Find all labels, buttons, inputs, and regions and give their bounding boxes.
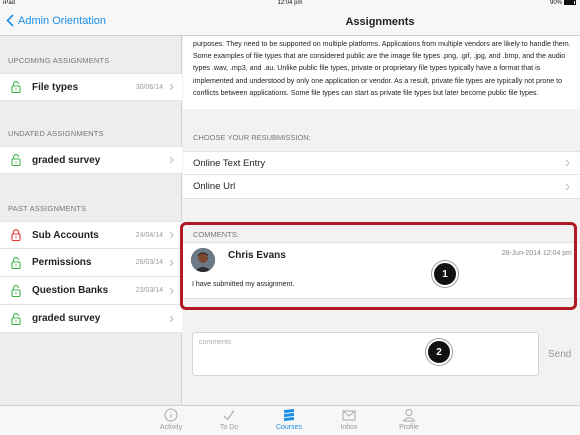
tab-activity[interactable]: Activity xyxy=(146,408,196,431)
tab-inbox[interactable]: Inbox xyxy=(324,408,374,431)
option-label: Online Text Entry xyxy=(193,157,266,169)
comment-item: Chris Evans 28-Jun-2014 12:04 pm I have … xyxy=(183,242,580,299)
resubmission-header: CHOOSE YOUR RESUBMISSION: xyxy=(193,133,311,142)
battery-status: 90% xyxy=(550,0,576,6)
tab-bar: Activity To Do Courses Inbox Profile xyxy=(0,405,580,435)
navigation-bar: Admin Orientation Assignments xyxy=(0,8,580,36)
assignment-name: graded survey xyxy=(32,313,101,324)
sidebar-item-question-banks[interactable]: Question Banks 23/03/14 xyxy=(0,277,182,305)
page-title: Assignments xyxy=(345,16,415,28)
comment-author: Chris Evans xyxy=(228,250,286,261)
send-button[interactable]: Send xyxy=(548,349,571,360)
chevron-right-icon xyxy=(169,156,174,164)
assignment-detail: purposes. They need to be supported on m… xyxy=(180,36,580,405)
option-label: Online Url xyxy=(193,181,236,192)
tab-to-do[interactable]: To Do xyxy=(204,408,254,431)
unlock-icon xyxy=(11,154,21,166)
chevron-left-icon xyxy=(6,14,14,27)
undated-header: UNDATED ASSIGNMENTS xyxy=(8,129,104,138)
battery-icon xyxy=(564,0,576,5)
upcoming-header: UPCOMING ASSIGNMENTS xyxy=(8,56,110,65)
tab-courses[interactable]: Courses xyxy=(264,408,314,431)
assignment-name: File types xyxy=(32,81,79,93)
tab-label: Courses xyxy=(275,424,303,431)
assignment-name: graded survey xyxy=(32,154,101,166)
courses-icon xyxy=(284,409,294,421)
chevron-right-icon xyxy=(565,159,570,167)
assignment-name: Sub Accounts xyxy=(32,229,99,241)
back-button[interactable]: Admin Orientation xyxy=(6,14,106,27)
assignment-date: 26/03/14 xyxy=(135,259,163,266)
assignment-date: 30/06/14 xyxy=(135,83,163,91)
comment-input[interactable] xyxy=(192,332,539,376)
sidebar-item-file-types[interactable]: File types 30/06/14 xyxy=(0,73,182,101)
resubmit-online-url[interactable]: Online Url xyxy=(183,175,580,199)
resubmit-online-text-entry[interactable]: Online Text Entry xyxy=(183,151,580,175)
unlock-icon xyxy=(11,81,21,93)
assignment-date: 23/03/14 xyxy=(135,287,163,294)
chevron-right-icon xyxy=(169,259,174,266)
comment-timestamp: 28-Jun-2014 12:04 pm xyxy=(501,250,572,257)
assignment-name: Question Banks xyxy=(32,285,109,296)
tab-label: Activity xyxy=(159,424,183,431)
tab-profile[interactable]: Profile xyxy=(384,408,434,431)
avatar xyxy=(191,248,215,272)
sidebar-item-sub-accounts[interactable]: Sub Accounts 24/04/14 xyxy=(0,221,182,249)
assignment-sidebar: UPCOMING ASSIGNMENTS File types 30/06/14… xyxy=(0,36,182,405)
callout-1: 1 xyxy=(432,261,458,287)
sidebar-item-graded-survey-past[interactable]: graded survey xyxy=(0,305,182,333)
back-label: Admin Orientation xyxy=(18,14,107,27)
chevron-right-icon xyxy=(565,183,570,190)
tab-label: Inbox xyxy=(340,424,358,431)
tab-label: To Do xyxy=(219,424,239,431)
assignment-description: purposes. They need to be supported on m… xyxy=(183,36,580,109)
info-icon xyxy=(164,408,178,422)
comments-section: COMMENTS: Chris Evans 28-Jun-2014 12:04 … xyxy=(180,222,580,310)
chevron-right-icon xyxy=(169,315,174,322)
sidebar-item-permissions[interactable]: Permissions 26/03/14 xyxy=(0,249,182,277)
unlock-icon xyxy=(11,312,21,325)
tab-label: Profile xyxy=(399,424,419,431)
chevron-right-icon xyxy=(169,231,174,239)
profile-icon xyxy=(402,409,416,422)
checkmark-icon xyxy=(223,410,235,421)
unlock-icon xyxy=(11,284,21,297)
assignment-name: Permissions xyxy=(32,257,92,268)
chevron-right-icon xyxy=(169,287,174,294)
past-header: PAST ASSIGNMENTS xyxy=(8,204,87,213)
unlock-icon xyxy=(11,256,21,269)
sidebar-item-graded-survey[interactable]: graded survey xyxy=(0,146,182,174)
lock-icon xyxy=(11,229,21,241)
battery-percent: 90% xyxy=(549,0,562,7)
clock: 12:04 pm xyxy=(277,0,303,6)
comment-text: I have submitted my assignment. xyxy=(192,281,295,288)
chevron-right-icon xyxy=(169,83,174,91)
assignment-date: 24/04/14 xyxy=(135,231,163,239)
callout-2: 2 xyxy=(426,339,452,365)
inbox-icon xyxy=(342,410,356,421)
comments-header: COMMENTS: xyxy=(193,230,239,239)
status-bar: iPad 12:04 pm 90% xyxy=(0,0,580,8)
